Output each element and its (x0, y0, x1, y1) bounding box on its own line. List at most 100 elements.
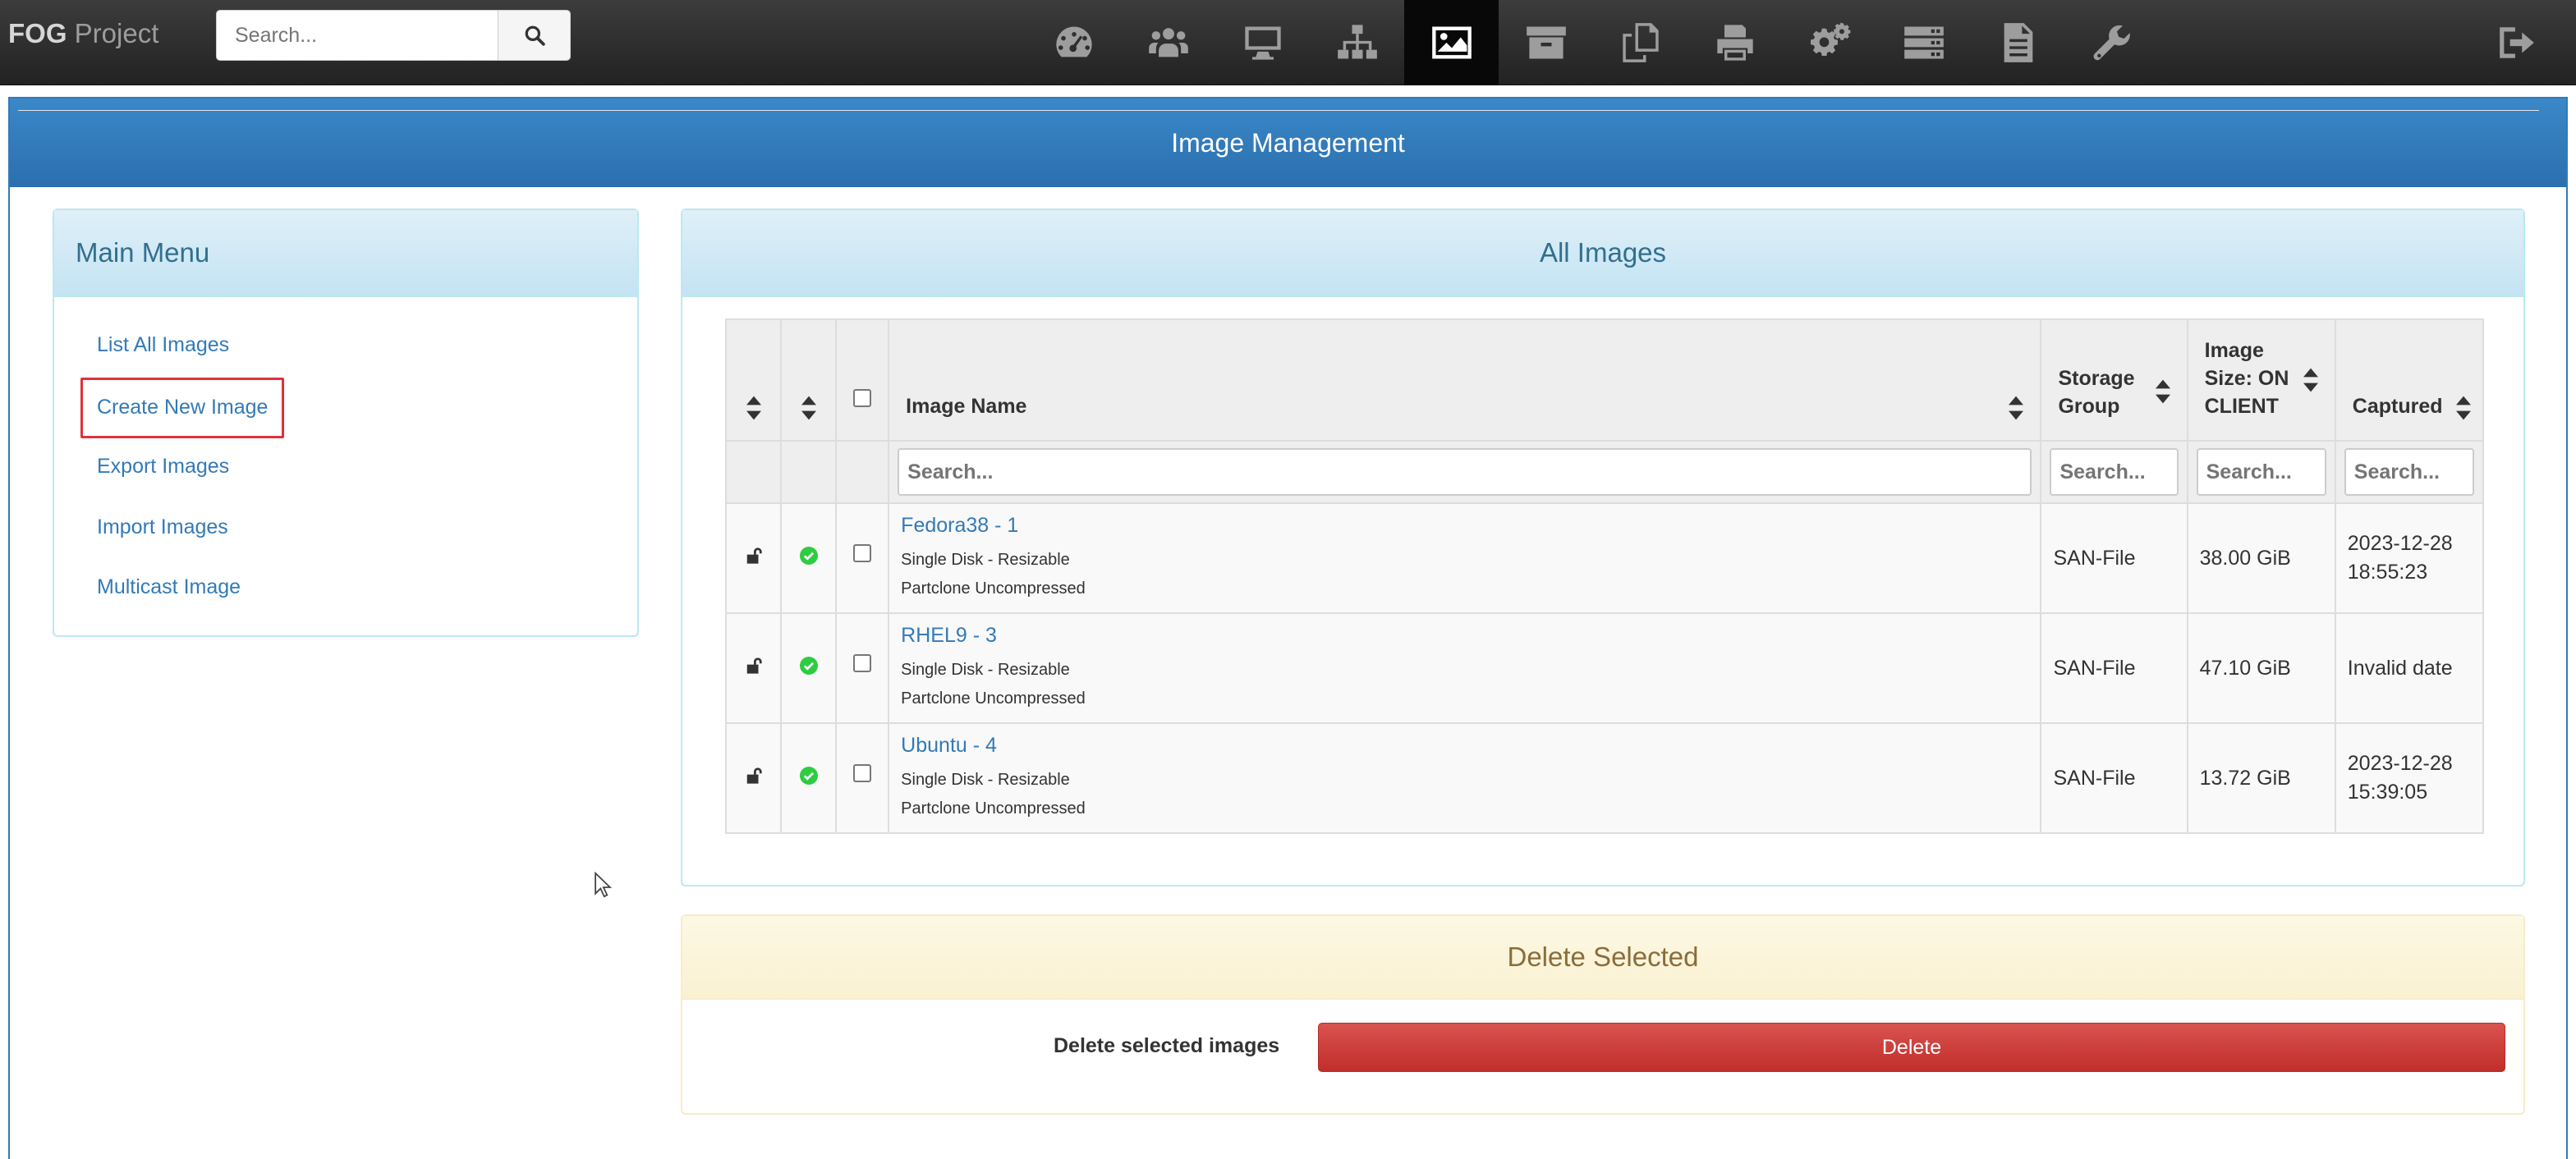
unlock-icon[interactable] (745, 657, 763, 675)
check-circle-icon (799, 546, 818, 565)
sort-icon (2303, 368, 2318, 392)
nav-tasks[interactable] (1876, 0, 1971, 85)
nav-images[interactable] (1404, 0, 1499, 85)
navbar-search-button[interactable] (498, 10, 571, 61)
nav-storage[interactable] (1499, 0, 1593, 85)
col-image-name[interactable]: Image Name (888, 318, 2042, 442)
image-type: Single Disk - Resizable (901, 770, 1070, 789)
captured-time: 15:39:05 (2347, 781, 2428, 804)
navbar-search-input[interactable] (216, 10, 498, 61)
navbar-search (216, 10, 571, 61)
nav-services[interactable] (1782, 0, 1876, 85)
select-all-checkbox[interactable] (853, 389, 872, 407)
lock-cell (724, 722, 783, 834)
sort-icon (2009, 396, 2024, 420)
captured-date: 2023-12-28 (2347, 532, 2453, 555)
delete-selected-panel: Delete Selected Delete selected images D… (681, 914, 2525, 1115)
image-format: Partclone Uncompressed (901, 689, 1086, 708)
filter-captured-input[interactable] (2344, 448, 2474, 496)
brand-logo[interactable]: FOG Project (8, 18, 158, 49)
brand-rest: Project (67, 18, 159, 48)
navbar-icon-menu (1026, 0, 2160, 85)
captured-date: 2023-12-28 (2347, 752, 2453, 775)
col-select-all (835, 318, 890, 442)
image-name-link[interactable]: Ubuntu - 4 (901, 734, 2028, 758)
sign-out-icon (2500, 27, 2534, 58)
image-name-link[interactable]: Fedora38 - 1 (901, 514, 2028, 538)
unlock-icon[interactable] (745, 547, 763, 565)
check-circle-icon (799, 766, 818, 785)
status-cell (780, 502, 838, 614)
dashboard-icon (1055, 26, 1092, 57)
status-cell (780, 612, 838, 724)
check-circle-icon (799, 656, 818, 675)
size-cell: 47.10 GiB (2186, 612, 2336, 724)
image-name-cell: Fedora38 - 1 Single Disk - Resizable Par… (888, 502, 2042, 614)
wrench-icon (2093, 25, 2130, 61)
brand-bold: FOG (8, 18, 67, 48)
filter-cell-name (888, 440, 2042, 504)
menu-item-import-images[interactable]: Import Images (97, 515, 228, 539)
lock-cell (724, 612, 783, 724)
storage-cell: SAN-File (2040, 722, 2188, 834)
image-name-cell: RHEL9 - 3 Single Disk - Resizable Partcl… (888, 612, 2042, 724)
delete-button[interactable]: Delete (1318, 1023, 2505, 1072)
filter-cell-captured (2334, 440, 2485, 504)
col-captured[interactable]: Captured (2334, 318, 2485, 442)
col-lock-sort[interactable] (724, 318, 783, 442)
size-cell: 13.72 GiB (2186, 722, 2336, 834)
logout-button[interactable] (2488, 18, 2546, 67)
gears-icon (1810, 22, 1850, 57)
mouse-cursor-icon (595, 872, 613, 898)
image-name-link[interactable]: RHEL9 - 3 (901, 624, 2028, 648)
all-images-panel: All Images Image Name Storage Group Imag… (681, 208, 2525, 886)
filter-image-name-input[interactable] (898, 448, 2032, 496)
table-row: Fedora38 - 1 Single Disk - Resizable Par… (724, 502, 2485, 614)
nav-snapins[interactable] (1593, 0, 1687, 85)
main-menu-title: Main Menu (54, 210, 637, 297)
menu-item-multicast-image[interactable]: Multicast Image (97, 575, 241, 599)
top-navbar: FOG Project (0, 0, 2576, 85)
status-cell (780, 722, 838, 834)
unlock-icon[interactable] (745, 767, 763, 785)
nav-groups[interactable] (1121, 0, 1215, 85)
col-storage-group[interactable]: Storage Group (2040, 318, 2188, 442)
table-row: RHEL9 - 3 Single Disk - Resizable Partcl… (724, 612, 2485, 724)
menu-item-create-new-image[interactable]: Create New Image (97, 396, 268, 419)
image-type: Single Disk - Resizable (901, 550, 1070, 569)
nav-configuration[interactable] (2065, 0, 2160, 85)
row-checkbox[interactable] (853, 764, 872, 782)
row-checkbox[interactable] (853, 654, 872, 672)
server-icon (1903, 26, 1944, 59)
nav-network[interactable] (1310, 0, 1404, 85)
menu-item-list-all-images[interactable]: List All Images (97, 333, 229, 357)
nav-reports[interactable] (1971, 0, 2065, 85)
select-cell (835, 722, 890, 834)
nav-hosts[interactable] (1215, 0, 1310, 85)
archive-icon (1526, 26, 1566, 59)
image-type: Single Disk - Resizable (901, 660, 1070, 679)
sitemap-icon (1337, 25, 1377, 59)
table-row: Ubuntu - 4 Single Disk - Resizable Partc… (724, 722, 2485, 834)
menu-item-export-images[interactable]: Export Images (97, 455, 229, 479)
nav-dashboard[interactable] (1026, 0, 1121, 85)
row-checkbox[interactable] (853, 544, 872, 562)
filter-cell-storage (2040, 440, 2188, 504)
filter-size-input[interactable] (2196, 448, 2326, 496)
lock-cell (724, 502, 783, 614)
files-icon (1622, 23, 1659, 62)
sort-icon (2456, 396, 2471, 420)
size-cell: 38.00 GiB (2186, 502, 2336, 614)
captured-cell: 2023-12-28 15:39:05 (2334, 722, 2485, 834)
filter-cell-size (2186, 440, 2336, 504)
images-table: Image Name Storage Group Image Size: ON … (724, 318, 2485, 834)
all-images-title: All Images (682, 210, 2523, 297)
col-image-size[interactable]: Image Size: ON CLIENT (2186, 318, 2336, 442)
col-status-sort[interactable] (780, 318, 838, 442)
nav-printers[interactable] (1687, 0, 1782, 85)
printer-icon (1716, 25, 1753, 61)
desktop-icon (1244, 26, 1281, 60)
filter-empty (835, 440, 890, 504)
filter-storage-input[interactable] (2050, 448, 2179, 496)
captured-time: 18:55:23 (2347, 561, 2428, 584)
